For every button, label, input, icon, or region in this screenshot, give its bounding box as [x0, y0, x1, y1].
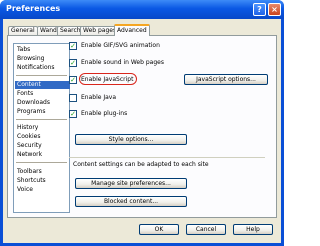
- sidebar-item-content[interactable]: Content: [15, 81, 70, 89]
- manage-site-preferences-button[interactable]: Manage site preferences...: [75, 178, 187, 189]
- checkmark-icon: ✓: [69, 76, 77, 84]
- checkbox-label: Enable Java: [81, 94, 117, 101]
- sidebar-item-security[interactable]: Security: [17, 142, 42, 150]
- blocked-content-button[interactable]: Blocked content...: [75, 196, 187, 207]
- help-title-button[interactable]: ?: [253, 3, 266, 16]
- sidebar-item-shortcuts[interactable]: Shortcuts: [17, 177, 46, 185]
- style-options-button[interactable]: Style options...: [75, 134, 187, 145]
- content-settings-note: Content settings can be adapted to each …: [73, 161, 209, 168]
- tab-general[interactable]: General: [8, 26, 38, 35]
- sidebar-item-browsing[interactable]: Browsing: [17, 55, 44, 63]
- title-bar[interactable]: Preferences ? ×: [0, 0, 284, 19]
- sidebar-divider: [16, 75, 67, 76]
- sidebar-divider: [16, 162, 67, 163]
- checkbox-label: Enable sound in Web pages: [81, 59, 164, 66]
- sidebar-item-history[interactable]: History: [17, 124, 38, 132]
- window-title: Preferences: [6, 4, 61, 13]
- highlight-circle: [79, 73, 137, 85]
- sidebar-item-programs[interactable]: Programs: [17, 108, 45, 116]
- close-icon[interactable]: ×: [268, 3, 281, 16]
- sidebar-item-downloads[interactable]: Downloads: [17, 99, 50, 107]
- sidebar-item-cookies[interactable]: Cookies: [17, 133, 41, 141]
- sidebar-item-voice[interactable]: Voice: [17, 186, 33, 194]
- preferences-dialog: Preferences ? × General Wand Search Web …: [0, 0, 284, 246]
- dialog-body: General Wand Search Web pages Tabs Brows…: [3, 19, 281, 243]
- sidebar-item-fonts[interactable]: Fonts: [17, 90, 33, 98]
- checkbox-label: Enable plug-ins: [81, 110, 128, 117]
- checkmark-icon: ✓: [69, 42, 77, 50]
- sidebar-item-toolbars[interactable]: Toolbars: [17, 168, 42, 176]
- checkmark-icon: ✓: [69, 59, 77, 67]
- cancel-button[interactable]: Cancel: [186, 224, 226, 235]
- tab-advanced[interactable]: Advanced: [114, 24, 150, 36]
- checkbox-label: Enable GIF/SVG animation: [81, 42, 160, 49]
- sidebar-item-notifications[interactable]: Notifications: [17, 64, 55, 72]
- help-button[interactable]: Help: [233, 224, 273, 235]
- sidebar-divider: [16, 119, 67, 120]
- javascript-options-button[interactable]: JavaScript options...: [184, 74, 268, 85]
- empty-checkbox-icon: [69, 94, 77, 102]
- category-list[interactable]: Tabs Browsing Notifications Content Font…: [13, 43, 70, 213]
- checkmark-icon: ✓: [69, 110, 77, 118]
- sidebar-item-network[interactable]: Network: [17, 151, 42, 159]
- ok-button[interactable]: OK: [139, 224, 179, 235]
- section-divider: [69, 157, 265, 158]
- sidebar-item-tabs[interactable]: Tabs: [17, 46, 30, 54]
